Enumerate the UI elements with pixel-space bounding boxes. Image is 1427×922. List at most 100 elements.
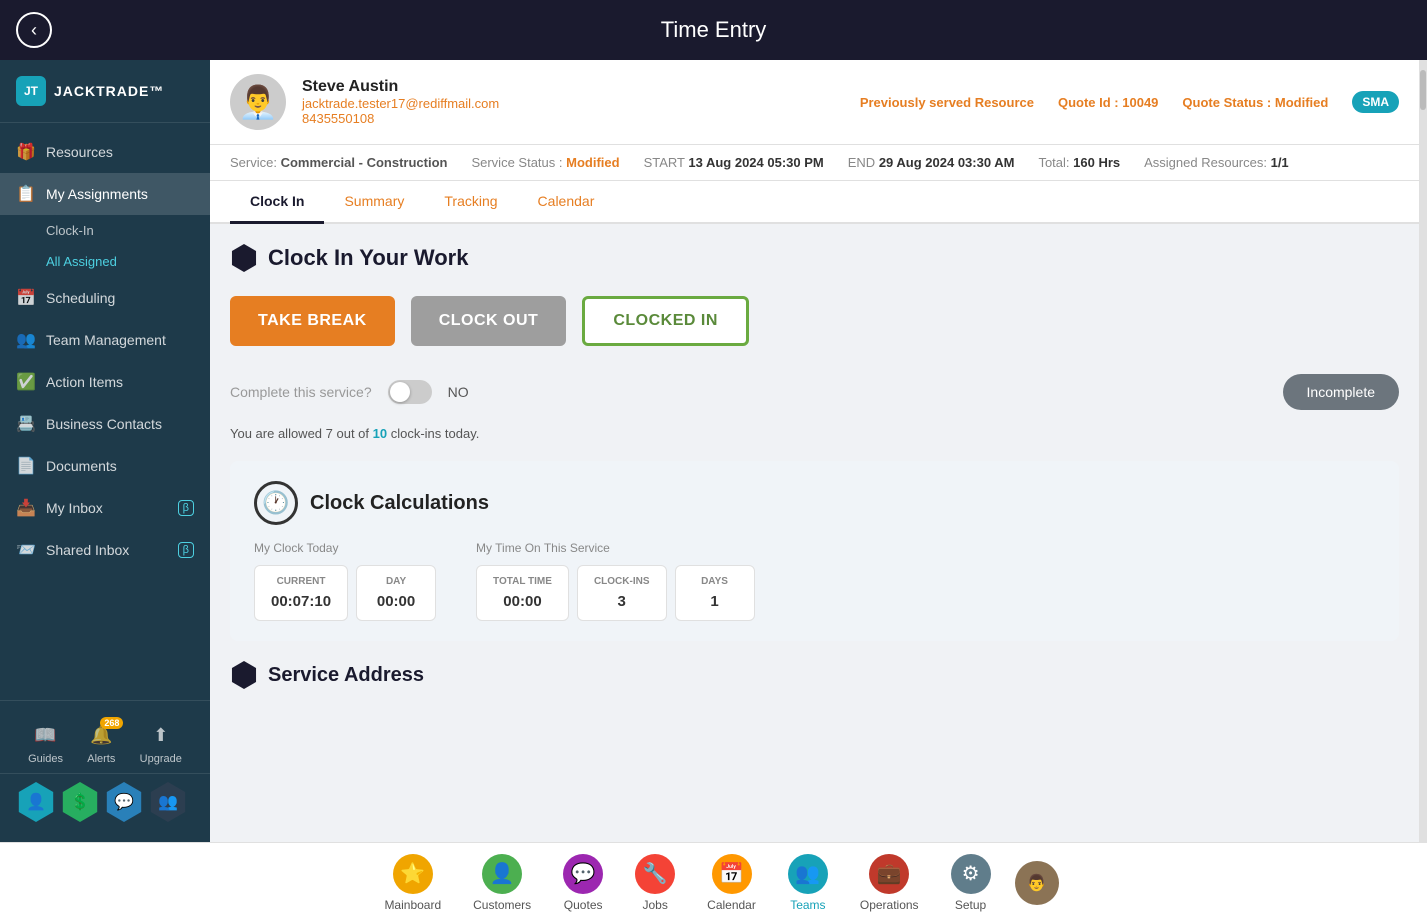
complete-toggle[interactable] [388,380,432,404]
jobs-icon: 🔧 [635,854,675,894]
sidebar-item-my-assignments-label: My Assignments [46,186,148,202]
sidebar: JT JACKTRADE™ 🎁 Resources 📋 My Assignmen… [0,60,210,842]
setup-icon: ⚙ [951,854,991,894]
team-management-icon: 👥 [16,330,36,350]
calendar-icon: 📅 [712,854,752,894]
quote-id: Quote Id : 10049 [1058,95,1158,110]
action-items-icon: ✅ [16,372,36,392]
sidebar-bottom-icons: 📖 Guides 🔔 268 Alerts ⬆ Upgrade [0,713,210,773]
mainboard-icon: ⭐ [393,854,433,894]
take-break-button[interactable]: TAKE BREAK [230,296,395,346]
sidebar-item-my-assignments[interactable]: 📋 My Assignments [0,173,210,215]
my-time-label: My Time On This Service [476,541,754,555]
clock-calculations-box: 🕐 Clock Calculations My Clock Today CURR… [230,461,1399,641]
bottom-nav: ⭐ Mainboard 👤 Customers 💬 Quotes 🔧 Jobs … [0,842,1427,922]
shared-inbox-icon: 📨 [16,540,36,560]
content-area: 👨‍💼 Steve Austin jacktrade.tester17@redi… [210,60,1419,842]
sidebar-item-team-management[interactable]: 👥 Team Management [0,319,210,361]
sidebar-sub-clock-in[interactable]: Clock-In [0,215,210,246]
my-clock-label: My Clock Today [254,541,436,555]
nav-quotes[interactable]: 💬 Quotes [547,850,619,916]
nav-customers[interactable]: 👤 Customers [457,850,547,916]
my-time-section: My Time On This Service TOTAL TIME 00:00… [476,541,754,621]
sidebar-item-my-inbox[interactable]: 📥 My Inbox β [0,487,210,529]
toggle-knob [390,382,410,402]
resources-icon: 🎁 [16,142,36,162]
day-header: DAY [373,576,419,587]
sidebar-item-shared-inbox-label: Shared Inbox [46,542,129,558]
service-label: Service: Commercial - Construction [230,155,447,170]
section-title-icon [230,244,258,272]
nav-jobs[interactable]: 🔧 Jobs [619,850,691,916]
calc-col-clock-ins: CLOCK-INS 3 [577,565,667,621]
service-address-title-text: Service Address [268,664,424,687]
nav-calendar[interactable]: 📅 Calendar [691,850,772,916]
upgrade-icon: ⬆ [147,721,175,749]
tab-tracking[interactable]: Tracking [424,181,517,224]
shared-inbox-badge: β [178,542,194,558]
clock-ins-header: CLOCK-INS [594,576,650,587]
allowed-text: You are allowed 7 out of 10 clock-ins to… [230,426,1399,441]
customer-phone: 8435550108 [302,111,844,126]
sidebar-sub-all-assigned[interactable]: All Assigned [0,246,210,277]
scrollbar-thumb [1420,70,1426,110]
clock-calc-icon: 🕐 [254,481,298,525]
my-inbox-icon: 📥 [16,498,36,518]
clocked-in-button[interactable]: CLOCKED IN [582,296,749,346]
scrollbar[interactable] [1419,60,1427,842]
dollar-hex-icon[interactable]: 💲 [60,782,100,822]
user-avatar[interactable]: 👨 [1015,861,1059,905]
nav-operations[interactable]: 💼 Operations [844,850,935,916]
documents-icon: 📄 [16,456,36,476]
incomplete-button[interactable]: Incomplete [1283,374,1399,410]
sidebar-item-my-inbox-label: My Inbox [46,500,103,516]
service-total: Total: 160 Hrs [1038,155,1120,170]
nav-mainboard[interactable]: ⭐ Mainboard [368,850,457,916]
tab-summary[interactable]: Summary [324,181,424,224]
calc-col-total-time: TOTAL TIME 00:00 [476,565,569,621]
sidebar-bottom: 📖 Guides 🔔 268 Alerts ⬆ Upgrade 👤 💲 💬 👥 [0,700,210,842]
total-time-header: TOTAL TIME [493,576,552,587]
guides-button[interactable]: 📖 Guides [28,721,63,765]
sidebar-item-business-contacts[interactable]: 📇 Business Contacts [0,403,210,445]
clock-out-button[interactable]: CLOCK OUT [411,296,567,346]
complete-service-label: Complete this service? [230,384,372,400]
day-value: 00:00 [373,593,419,610]
assigned-resources: Assigned Resources: 1/1 [1144,155,1289,170]
current-header: CURRENT [271,576,331,587]
tab-clock-in[interactable]: Clock In [230,181,324,224]
customer-avatar: 👨‍💼 [230,74,286,130]
previously-served: Previously served Resource [860,95,1034,110]
sidebar-item-team-management-label: Team Management [46,332,166,348]
sidebar-item-scheduling[interactable]: 📅 Scheduling [0,277,210,319]
sidebar-item-resources[interactable]: 🎁 Resources [0,131,210,173]
toggle-no-label: NO [448,384,469,400]
person-hex-icon[interactable]: 👤 [16,782,56,822]
my-time-cols: TOTAL TIME 00:00 CLOCK-INS 3 DAYS 1 [476,565,754,621]
sidebar-item-shared-inbox[interactable]: 📨 Shared Inbox β [0,529,210,571]
nav-setup[interactable]: ⚙ Setup [935,850,1007,916]
main-content: Clock In Your Work TAKE BREAK CLOCK OUT … [210,224,1419,842]
hex-icon-row: 👤 💲 💬 👥 [0,773,210,830]
my-assignments-icon: 📋 [16,184,36,204]
current-value: 00:07:10 [271,593,331,610]
sidebar-item-documents[interactable]: 📄 Documents [0,445,210,487]
upgrade-button[interactable]: ⬆ Upgrade [140,721,182,765]
chat-hex-icon[interactable]: 💬 [104,782,144,822]
group-hex-icon[interactable]: 👥 [148,782,188,822]
service-status: Service Status : Modified [471,155,619,170]
service-bar: Service: Commercial - Construction Servi… [210,145,1419,181]
customer-meta: Previously served Resource Quote Id : 10… [860,91,1399,113]
logo-icon: JT [16,76,46,106]
sidebar-item-action-items[interactable]: ✅ Action Items [0,361,210,403]
sidebar-item-documents-label: Documents [46,458,117,474]
service-start: START 13 Aug 2024 05:30 PM [644,155,824,170]
days-value: 1 [692,593,738,610]
sidebar-item-resources-label: Resources [46,144,113,160]
section-title-text: Clock In Your Work [268,245,468,271]
nav-teams[interactable]: 👥 Teams [772,850,844,916]
scheduling-icon: 📅 [16,288,36,308]
tab-calendar[interactable]: Calendar [518,181,615,224]
alerts-button[interactable]: 🔔 268 Alerts [87,721,115,765]
back-button[interactable]: ‹ [16,12,52,48]
